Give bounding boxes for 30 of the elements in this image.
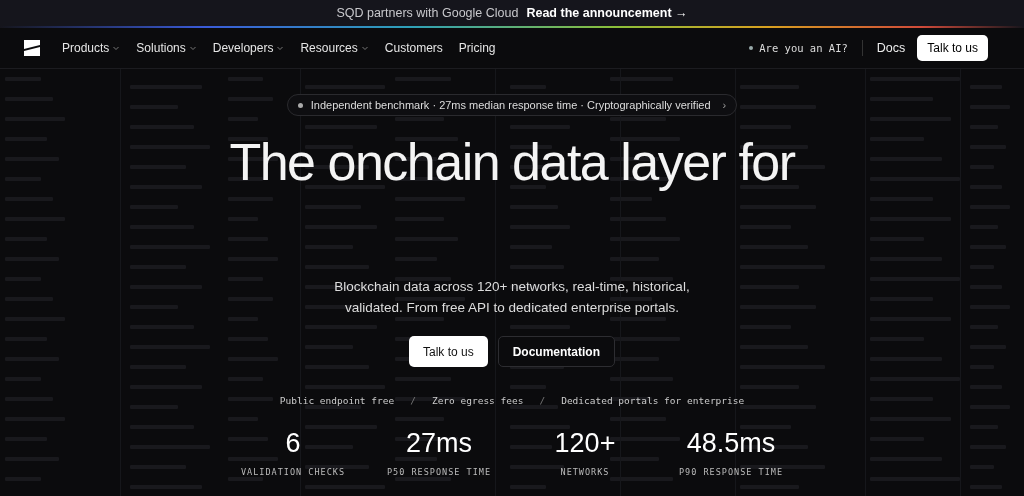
docs-link[interactable]: Docs xyxy=(876,41,906,55)
stat-label: P50 RESPONSE TIME xyxy=(387,467,491,477)
ai-link[interactable]: Are you an AI? xyxy=(749,42,848,54)
stat-label: VALIDATION CHECKS xyxy=(241,467,345,477)
talk-button[interactable]: Talk to us xyxy=(917,35,988,61)
nav-link[interactable]: Solutions xyxy=(136,41,197,55)
documentation-button[interactable]: Documentation xyxy=(497,336,615,367)
nav-link[interactable]: Customers xyxy=(384,41,443,55)
hero-title: The onchain data layer for xyxy=(229,132,795,192)
nav-link[interactable]: Pricing xyxy=(458,41,496,55)
nav-link[interactable]: Resources xyxy=(300,41,369,55)
stat-label: NETWORKS xyxy=(560,467,610,477)
feature-text: Zero egress fees xyxy=(431,395,524,406)
feature-text: Public endpoint free xyxy=(279,395,395,406)
stat-value: 48.5ms xyxy=(686,428,776,459)
benchmark-badge[interactable]: Independent benchmark · 27ms median response time · Cryptographically verified › xyxy=(286,94,738,116)
stat-label: P90 RESPONSE TIME xyxy=(679,467,783,477)
nav-link[interactable]: Developers xyxy=(212,41,285,55)
separator: / xyxy=(410,395,416,406)
separator: / xyxy=(539,395,546,406)
talk-button[interactable]: Talk to us xyxy=(408,336,488,367)
stat-value: 6 xyxy=(285,428,301,459)
stat-value: 120+ xyxy=(554,428,616,459)
announcement-text: SQD partners with Google Cloud xyxy=(336,6,519,20)
feature-text: Dedicated portals for enterprise xyxy=(561,395,745,406)
nav-link[interactable]: Products xyxy=(62,41,121,55)
logo-icon[interactable] xyxy=(24,40,40,56)
stat-value: 27ms xyxy=(406,428,472,459)
announcement-link[interactable]: Read the announcement → xyxy=(526,6,688,20)
hero-subtitle: Blockchain data across 120+ networks, real-time, historical, validated. From free API to dedicated enterprise portals. xyxy=(333,278,691,317)
